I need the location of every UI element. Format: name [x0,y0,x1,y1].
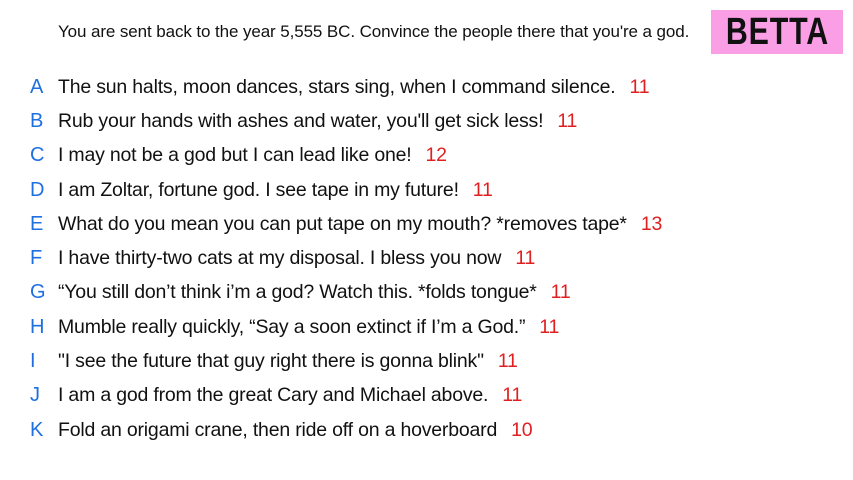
answer-text: What do you mean you can put tape on my … [58,213,662,236]
answer-score: 11 [515,247,536,270]
answer-score: 13 [640,212,663,235]
answer-score: 11 [497,350,518,373]
answer-score: 11 [472,178,493,201]
answer-item[interactable]: E What do you mean you can put tape on my… [0,207,853,241]
answer-letter: I [30,350,36,373]
answer-body: The sun halts, moon dances, stars sing, … [58,75,616,98]
answer-text: Mumble really quickly, “Say a soon extin… [58,316,559,339]
prompt-text: You are sent back to the year 5,555 BC. … [58,22,690,41]
answer-score: 11 [502,384,523,407]
answer-item[interactable]: H Mumble really quickly, “Say a soon exti… [0,310,853,344]
answer-letter: E [30,212,44,235]
answer-letter: K [30,418,44,441]
answer-item[interactable]: K Fold an origami crane, then ride off on… [0,413,853,447]
answer-letter: C [30,144,45,167]
answer-body: “You still don’t think i’m a god? Watch … [58,281,537,304]
player-name-badge: BETTA [711,10,843,54]
answer-body: I may not be a god but I can lead like o… [58,144,412,167]
answer-score: 10 [511,418,533,441]
answer-text: "I see the future that guy right there i… [58,350,518,373]
answer-score: 11 [550,281,571,304]
answer-body: "I see the future that guy right there i… [58,350,484,373]
answer-letter: J [30,384,40,407]
answer-letter: F [30,247,43,270]
answer-item[interactable]: J I am a god from the great Cary and Mich… [0,379,853,413]
answer-letter: D [30,178,45,201]
answer-score: 11 [557,109,578,132]
answer-item[interactable]: I "I see the future that guy right there … [0,344,853,378]
answer-text: I have thirty-two cats at my disposal. I… [58,247,535,270]
answer-letter: G [30,281,46,304]
answer-list: A The sun halts, moon dances, stars sing,… [0,70,853,447]
answer-score: 12 [425,144,447,167]
answer-body: Mumble really quickly, “Say a soon extin… [58,315,526,338]
answer-score: 11 [629,75,650,98]
answer-text: “You still don’t think i’m a god? Watch … [58,281,571,304]
answer-text: Fold an origami crane, then ride off on … [58,418,533,442]
answer-letter: H [30,315,45,338]
answer-item[interactable]: G “You still don’t think i’m a god? Watch… [0,276,853,310]
answer-body: I have thirty-two cats at my disposal. I… [58,247,502,270]
answer-item[interactable]: F I have thirty-two cats at my disposal. … [0,241,853,275]
answer-item[interactable]: D I am Zoltar, fortune god. I see tape in… [0,173,853,207]
answer-item[interactable]: A The sun halts, moon dances, stars sing,… [0,70,853,104]
player-name: BETTA [725,10,829,53]
answer-body: What do you mean you can put tape on my … [58,212,627,235]
answer-letter: A [30,75,44,98]
answer-text: Rub your hands with ashes and water, you… [58,110,577,133]
answer-body: I am a god from the great Cary and Micha… [58,384,489,407]
answer-item[interactable]: B Rub your hands with ashes and water, yo… [0,104,853,138]
answer-item[interactable]: C I may not be a god but I can lead like … [0,139,853,173]
answer-text: I am a god from the great Cary and Micha… [58,384,522,407]
answer-text: I am Zoltar, fortune god. I see tape in … [58,179,493,202]
answer-body: Rub your hands with ashes and water, you… [58,109,544,132]
answer-body: Fold an origami crane, then ride off on … [58,418,498,441]
answer-text: The sun halts, moon dances, stars sing, … [58,75,650,99]
answer-body: I am Zoltar, fortune god. I see tape in … [58,178,459,201]
answer-score: 11 [539,315,560,338]
answer-text: I may not be a god but I can lead like o… [58,144,447,167]
answer-letter: B [30,109,44,132]
